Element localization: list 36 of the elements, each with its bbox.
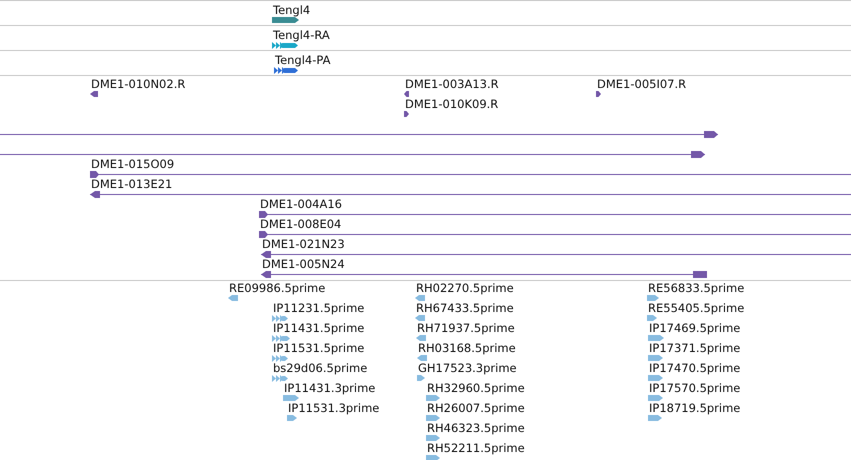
feature-label: IP11431.3prime — [284, 382, 376, 395]
feature-label: DME1-021N23 — [262, 238, 345, 251]
feature-label: DME1-013E21 — [91, 178, 172, 191]
feature-label: RH32960.5prime — [427, 382, 525, 395]
feature-label: IP11531.3prime — [288, 402, 380, 415]
feature-label: DME1-010K09.R — [405, 98, 498, 111]
feature-label: Tengl4-PA — [275, 54, 330, 67]
feature-label: RH26007.5prime — [427, 402, 525, 415]
feature-label: IP11231.5prime — [273, 302, 364, 315]
feature-label: Tengl4 — [273, 4, 310, 17]
feature-label: IP17570.5prime — [649, 382, 740, 395]
feature-label: IP17469.5prime — [649, 322, 740, 335]
feature-label: IP11431.5prime — [273, 322, 364, 335]
feature-label: bs29d06.5prime — [273, 362, 368, 375]
feature-label: RH52211.5prime — [427, 442, 525, 455]
feature-label: DME1-008E04 — [260, 218, 342, 231]
feature-label: DME1-010N02.R — [91, 78, 186, 91]
feature-label: RH03168.5prime — [418, 342, 516, 355]
feature-label: DME1-004A16 — [260, 198, 342, 211]
feature-label: DME1-015O09 — [91, 158, 174, 171]
feature-label: IP11531.5prime — [273, 342, 364, 355]
feature-label: IP17470.5prime — [649, 362, 740, 375]
feature-label: DME1-005I07.R — [597, 78, 686, 91]
feature-label: RH02270.5prime — [416, 282, 514, 295]
feature-label: RH67433.5prime — [416, 302, 514, 315]
feature-label: DME1-003A13.R — [405, 78, 499, 91]
feature-label: RH71937.5prime — [417, 322, 515, 335]
feature-label: IP17371.5prime — [649, 342, 740, 355]
feature-label: IP18719.5prime — [649, 402, 740, 415]
feature-label: RE56833.5prime — [648, 282, 744, 295]
feature-label: RE55405.5prime — [648, 302, 744, 315]
feature-label: GH17523.3prime — [418, 362, 517, 375]
feature-label: RE09986.5prime — [229, 282, 326, 295]
feature-label: DME1-005N24 — [262, 258, 345, 271]
feature-label: Tengl4-RA — [273, 29, 330, 42]
feature-label: RH46323.5prime — [427, 422, 525, 435]
